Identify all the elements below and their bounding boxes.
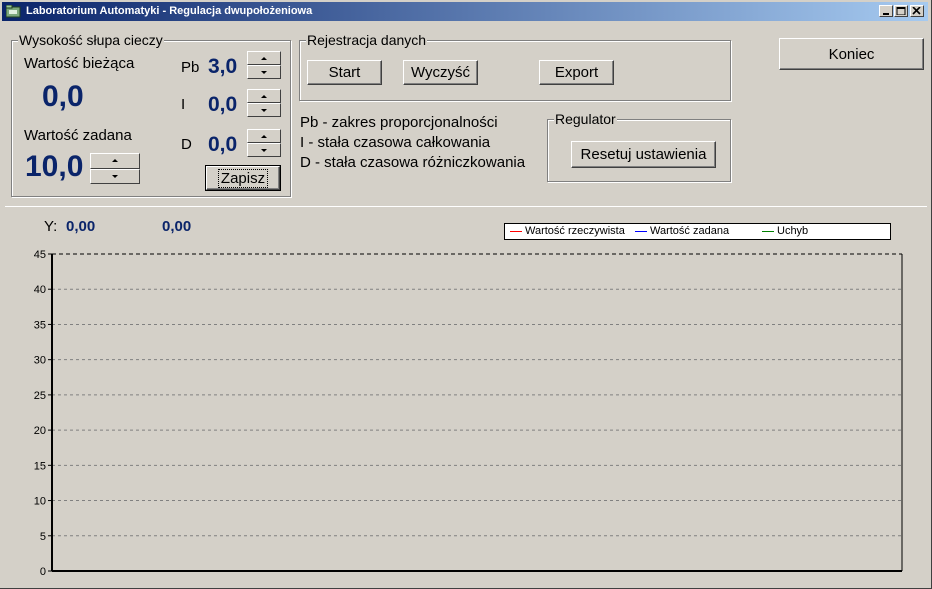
close-icon [912, 7, 921, 15]
legend-label-actual: Wartość rzeczywista [525, 225, 625, 237]
arrow-up-icon [261, 56, 267, 60]
arrow-up-icon [112, 159, 118, 163]
i-value: 0,0 [208, 93, 238, 116]
arrow-up-icon [261, 134, 267, 138]
i-description: I - stała czasowa całkowania [300, 134, 491, 151]
arrow-down-icon [261, 70, 267, 74]
minimize-button[interactable] [879, 5, 893, 17]
close-button[interactable] [910, 5, 924, 17]
minimize-icon [883, 13, 889, 15]
legend-item-error: Uchyb [762, 225, 808, 238]
legend-label-setpoint: Wartość zadana [650, 225, 730, 237]
legend-swatch-error [762, 230, 774, 232]
save-button[interactable]: Zapisz [205, 165, 281, 191]
i-down-button[interactable] [247, 103, 281, 117]
chart-legend: Wartość rzeczywista Wartość zadana Uchyb [504, 223, 891, 240]
pb-description: Pb - zakres proporcjonalności [300, 114, 498, 131]
regulator-group-title: Regulator [554, 111, 617, 127]
pb-label: Pb [181, 59, 200, 76]
d-label: D [181, 136, 192, 153]
setpoint-down-button[interactable] [90, 168, 140, 184]
pb-down-button[interactable] [247, 65, 281, 79]
pb-value: 3,0 [208, 55, 238, 78]
setpoint-spinner[interactable] [90, 153, 140, 184]
arrow-down-icon [261, 108, 267, 112]
legend-item-setpoint: Wartość zadana [635, 225, 729, 238]
reset-settings-button-label: Resetuj ustawienia [580, 146, 707, 163]
i-spinner[interactable] [247, 89, 281, 117]
d-down-button[interactable] [247, 143, 281, 157]
d-description: D - stała czasowa różniczkowania [300, 154, 526, 171]
data-registration-group-title: Rejestracja danych [306, 32, 428, 48]
window-title: Laboratorium Automatyki - Regulacja dwup… [26, 5, 313, 17]
y-tick-label: 30 [34, 355, 46, 367]
y-readout-label: Y: [44, 218, 58, 235]
setpoint-up-button[interactable] [90, 153, 140, 169]
exit-button[interactable]: Koniec [779, 38, 924, 70]
d-spinner[interactable] [247, 129, 281, 157]
d-up-button[interactable] [247, 129, 281, 143]
liquid-level-group-title: Wysokość słupa cieczy [18, 32, 164, 48]
title-bar[interactable]: Laboratorium Automatyki - Regulacja dwup… [2, 2, 928, 21]
arrow-down-icon [261, 148, 267, 152]
export-button-label: Export [554, 64, 599, 81]
legend-label-error: Uchyb [777, 225, 809, 237]
pb-spinner[interactable] [247, 51, 281, 79]
save-button-label: Zapisz [217, 168, 269, 188]
legend-item-actual: Wartość rzeczywista [510, 225, 625, 238]
maximize-icon [896, 7, 906, 15]
legend-swatch-actual [510, 230, 522, 232]
clear-button[interactable]: Wyczyść [403, 60, 478, 85]
maximize-button[interactable] [894, 5, 908, 17]
main-window: Laboratorium Automatyki - Regulacja dwup… [0, 0, 932, 589]
start-button[interactable]: Start [307, 60, 382, 85]
y-tick-label: 25 [34, 390, 46, 402]
i-label: I [181, 96, 186, 113]
plot-area [52, 254, 902, 571]
start-button-label: Start [328, 64, 361, 81]
reset-settings-button[interactable]: Resetuj ustawienia [571, 141, 716, 168]
y-tick-label: 15 [34, 460, 46, 472]
arrow-up-icon [261, 94, 267, 98]
export-button[interactable]: Export [539, 60, 614, 85]
current-value-label: Wartość bieżąca [24, 55, 135, 72]
level-chart[interactable]: 0 5 10 15 20 25 30 35 40 45 [0, 240, 932, 585]
app-icon [6, 5, 21, 18]
exit-button-label: Koniec [828, 45, 875, 63]
secondary-readout-value: 0,00 [162, 218, 192, 235]
y-tick-label: 35 [34, 319, 46, 331]
y-tick-label: 0 [40, 566, 46, 578]
y-tick-label: 5 [40, 531, 46, 543]
i-up-button[interactable] [247, 89, 281, 103]
arrow-down-icon [112, 174, 118, 178]
setpoint-label: Wartość zadana [24, 127, 132, 144]
d-value: 0,0 [208, 133, 238, 156]
y-readout-value: 0,00 [66, 218, 96, 235]
y-tick-label: 10 [34, 496, 46, 508]
y-tick-label: 20 [34, 425, 46, 437]
legend-swatch-setpoint [635, 230, 647, 232]
y-tick-label: 45 [34, 249, 46, 261]
pb-up-button[interactable] [247, 51, 281, 65]
setpoint-value: 10,0 [25, 150, 84, 183]
current-value: 0,0 [42, 80, 84, 113]
clear-button-label: Wyczyść [410, 64, 471, 81]
y-tick-label: 40 [34, 284, 46, 296]
